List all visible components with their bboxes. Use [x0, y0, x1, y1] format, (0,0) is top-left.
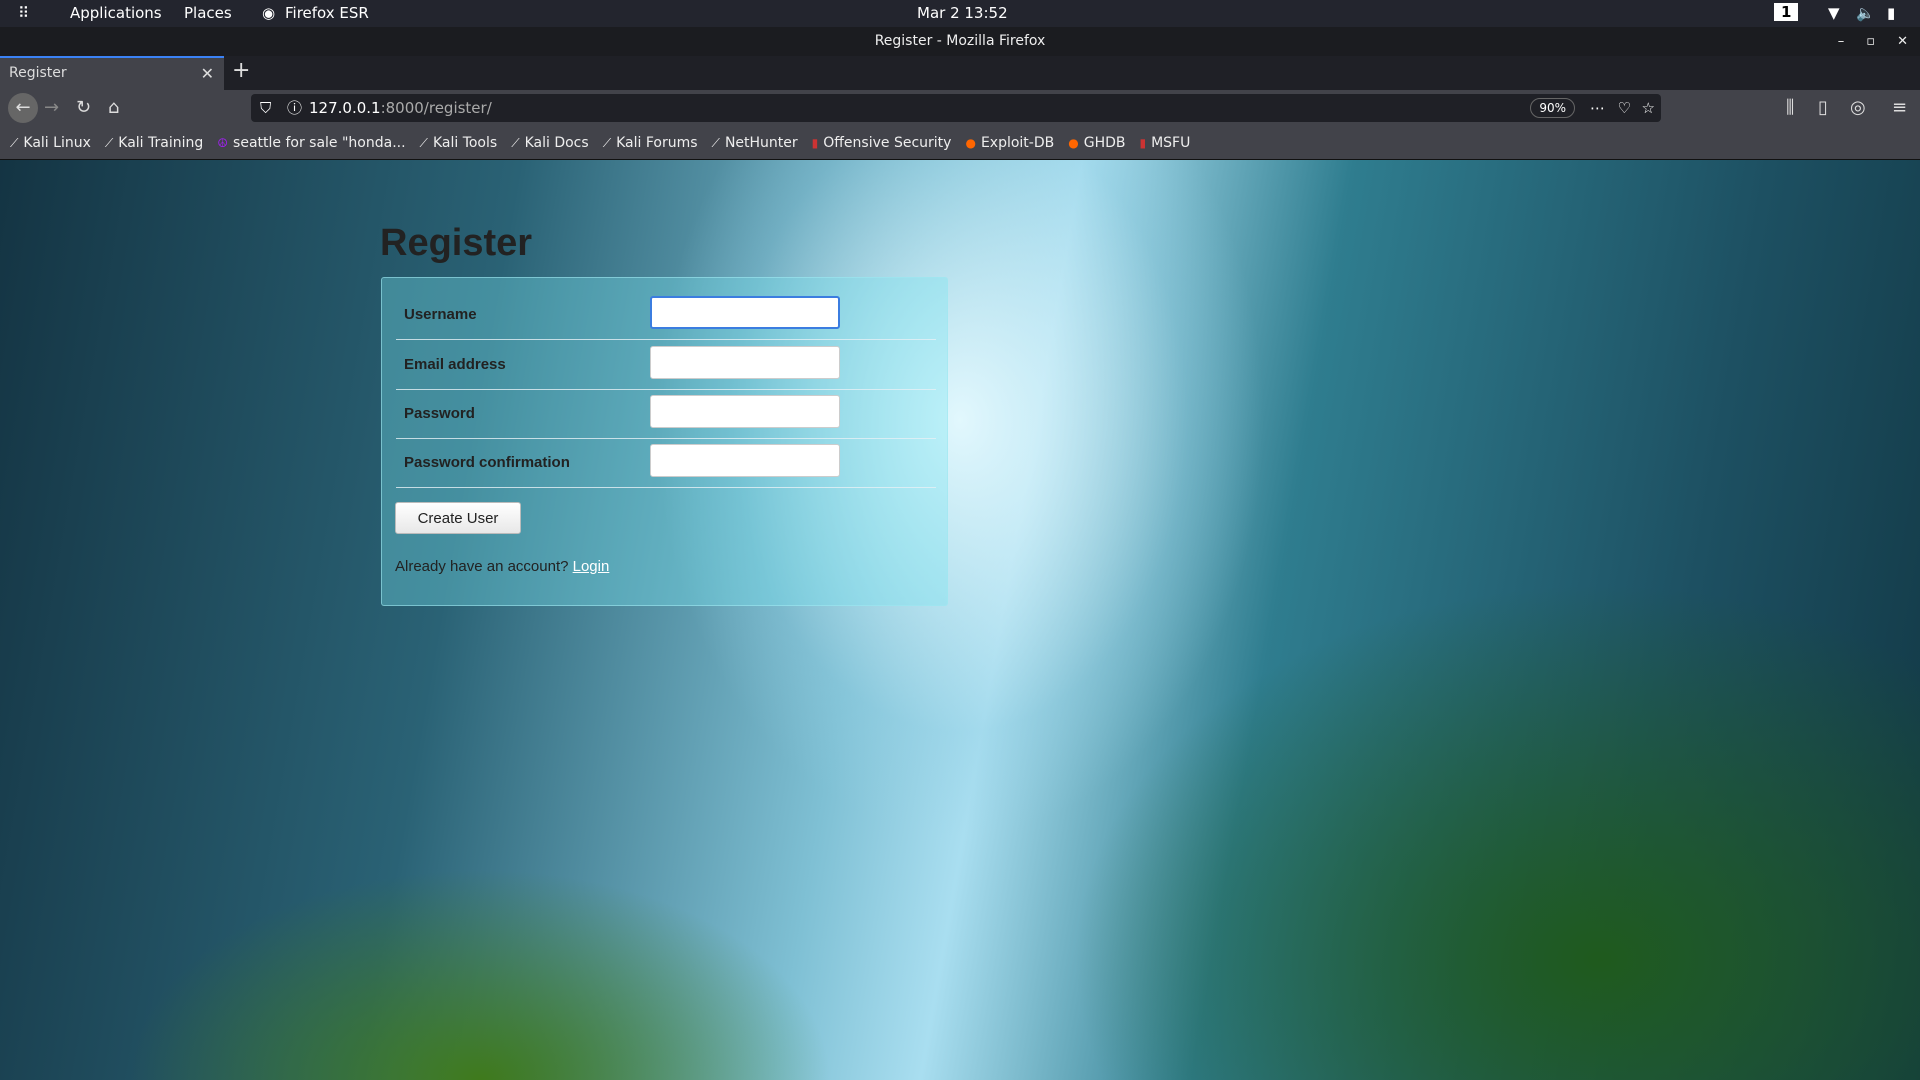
firefox-icon: ◉	[262, 4, 276, 22]
exploitdb-icon: ●	[965, 136, 976, 150]
register-form: Username Email address Password Password…	[381, 277, 948, 606]
clock[interactable]: Mar 2 13:52	[917, 4, 1008, 22]
email-label: Email address	[404, 356, 506, 373]
bookmark[interactable]: ▮ Offensive Security	[812, 135, 952, 151]
login-prompt-text: Already have an account?	[395, 558, 569, 575]
ghdb-icon: ●	[1068, 136, 1079, 150]
workspace-indicator[interactable]: 1	[1774, 3, 1799, 21]
password-confirmation-row: Password confirmation	[396, 438, 936, 488]
bookmark[interactable]: ● Exploit-DB	[965, 135, 1054, 151]
maximize-button[interactable]: ▫	[1866, 27, 1875, 56]
password-row: Password	[396, 389, 936, 439]
volume-icon[interactable]: 🔈	[1856, 4, 1875, 22]
bookmark[interactable]: ● GHDB	[1068, 135, 1125, 151]
menu-icon[interactable]: ≡	[1892, 97, 1907, 118]
reload-button[interactable]: ↻	[76, 97, 91, 118]
kali-icon: ⟋	[104, 135, 114, 150]
tab-label: Register	[9, 65, 67, 81]
bookmark[interactable]: ⟋ NetHunter	[712, 135, 798, 151]
url-bar[interactable]: ⛉ ⓘ 127.0.0.1:8000/register/ 90% ⋯ ♡ ☆	[251, 94, 1661, 122]
network-icon[interactable]: ▼	[1828, 4, 1840, 22]
login-link[interactable]: Login	[573, 558, 610, 575]
page-title: Register	[380, 222, 533, 264]
bookmark[interactable]: ⟋ Kali Docs	[511, 135, 589, 151]
kali-icon: ⟋	[602, 135, 612, 150]
navigation-bar: ← → ↻ ⌂ ⛉ ⓘ 127.0.0.1:8000/register/ 90%…	[0, 90, 1920, 127]
bookmarks-toolbar: ⟋ Kali Linux ⟋ Kali Training ☮ seattle for …	[0, 127, 1920, 160]
url-host: 127.0.0.1	[309, 99, 381, 117]
kali-icon: ⟋	[711, 135, 720, 150]
close-window-button[interactable]: ✕	[1897, 27, 1908, 56]
kali-icon: ⟋	[10, 135, 19, 150]
msfu-icon: ▮	[1139, 136, 1147, 150]
home-button[interactable]: ⌂	[108, 97, 119, 118]
tab-register[interactable]: Register ✕	[0, 56, 224, 90]
peace-icon: ☮	[217, 136, 229, 150]
window-titlebar: Register - Mozilla Firefox – ▫ ✕	[0, 27, 1920, 56]
password-confirmation-label: Password confirmation	[404, 454, 570, 471]
library-icon[interactable]: ⫼	[1786, 97, 1794, 118]
kali-icon: ⟋	[419, 135, 428, 150]
password-confirmation-input[interactable]	[650, 444, 840, 477]
url-path: :8000/register/	[380, 99, 492, 117]
forward-button[interactable]: →	[44, 97, 59, 118]
bookmark[interactable]: ⟋ Kali Training	[105, 135, 203, 151]
shield-icon[interactable]: ⛉	[260, 94, 271, 122]
username-label: Username	[404, 306, 477, 323]
active-app-menu[interactable]: Firefox ESR	[285, 4, 369, 22]
bookmark[interactable]: ⟋ Kali Forums	[603, 135, 698, 151]
account-icon[interactable]: ◎	[1850, 97, 1866, 118]
battery-icon[interactable]: ▮	[1887, 4, 1895, 22]
username-input[interactable]	[650, 296, 840, 329]
back-button[interactable]: ←	[8, 93, 38, 123]
info-icon[interactable]: ⓘ	[287, 94, 302, 122]
new-tab-button[interactable]: +	[232, 58, 250, 83]
places-menu[interactable]: Places	[184, 4, 232, 22]
offsec-icon: ▮	[811, 136, 819, 150]
close-tab-icon[interactable]: ✕	[201, 64, 214, 83]
bookmark-star-icon[interactable]: ☆	[1642, 94, 1655, 122]
minimize-button[interactable]: –	[1838, 27, 1845, 56]
zoom-level[interactable]: 90%	[1530, 98, 1575, 118]
pocket-icon[interactable]: ♡	[1618, 94, 1631, 122]
login-prompt: Already have an account? Login	[395, 558, 609, 575]
email-row: Email address	[396, 340, 936, 390]
tab-bar: Register ✕ +	[0, 56, 1920, 90]
email-input[interactable]	[650, 346, 840, 379]
page-background	[0, 160, 1920, 1080]
sidebar-icon[interactable]: ▯	[1818, 97, 1828, 118]
bookmark[interactable]: ▮ MSFU	[1139, 135, 1190, 151]
create-user-button[interactable]: Create User	[395, 502, 521, 534]
apps-grid-icon[interactable]: ⠿	[18, 4, 29, 22]
bookmark[interactable]: ☮ seattle for sale "honda...	[217, 135, 405, 151]
username-row: Username	[396, 290, 936, 340]
applications-menu[interactable]: Applications	[70, 4, 162, 22]
kali-icon: ⟋	[511, 135, 520, 150]
bookmark[interactable]: ⟋ Kali Linux	[10, 135, 91, 151]
password-input[interactable]	[650, 395, 840, 428]
system-top-bar: ⠿ Applications Places ◉ Firefox ESR Mar …	[0, 0, 1920, 27]
window-title: Register - Mozilla Firefox	[874, 33, 1046, 49]
page-actions-icon[interactable]: ⋯	[1590, 94, 1605, 122]
bookmark[interactable]: ⟋ Kali Tools	[420, 135, 498, 151]
password-label: Password	[404, 405, 475, 422]
